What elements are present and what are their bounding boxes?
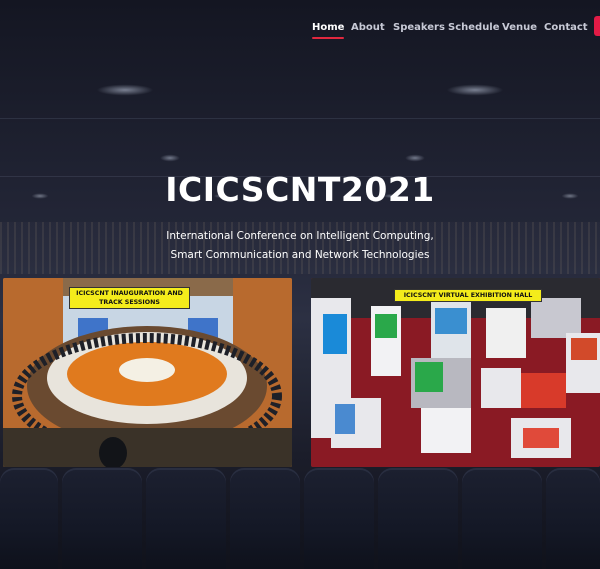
nav-speakers[interactable]: Speakers — [393, 22, 445, 33]
conference-subtitle-line1: International Conference on Intelligent … — [166, 230, 434, 242]
seat — [546, 468, 600, 569]
exhibition-photo — [311, 278, 600, 467]
nav-speakers-label: Speakers — [393, 22, 445, 33]
seat — [0, 468, 58, 569]
conference-subtitle-line2: Smart Communication and Network Technolo… — [170, 249, 430, 261]
seat — [146, 468, 226, 569]
main-nav: Home About Speakers Schedule Venue Conta… — [0, 22, 600, 42]
seat — [462, 468, 542, 569]
conference-title: ICICSCNT2021 — [165, 170, 435, 209]
seat — [378, 468, 458, 569]
nav-home-label: Home — [312, 22, 345, 33]
seat — [304, 468, 374, 569]
nav-venue-label: Venue — [502, 22, 537, 33]
nav-contact-label: Contact — [544, 22, 588, 33]
nav-active-indicator — [312, 37, 345, 39]
ceiling-line — [0, 118, 600, 119]
exhibition-label: ICICSCNT VIRTUAL EXHIBITION HALL — [394, 289, 542, 302]
nav-home[interactable]: Home — [312, 22, 345, 39]
nav-about[interactable]: About — [351, 22, 385, 33]
inauguration-card[interactable]: ICICSCNT INAUGURATION AND TRACK SESSIONS — [3, 278, 292, 467]
seat — [230, 468, 300, 569]
inauguration-label-line2: TRACK SESSIONS — [99, 299, 160, 306]
nav-about-label: About — [351, 22, 385, 33]
nav-schedule[interactable]: Schedule — [448, 22, 500, 33]
seat — [62, 468, 142, 569]
nav-venue[interactable]: Venue — [502, 22, 537, 33]
register-button[interactable] — [594, 16, 600, 36]
inauguration-label-line1: ICICSCNT INAUGURATION AND — [76, 290, 183, 297]
nav-contact[interactable]: Contact — [544, 22, 588, 33]
nav-schedule-label: Schedule — [448, 22, 500, 33]
inauguration-label: ICICSCNT INAUGURATION AND TRACK SESSIONS — [69, 287, 190, 309]
exhibition-card[interactable]: ICICSCNT VIRTUAL EXHIBITION HALL — [311, 278, 600, 467]
exhibition-label-text: ICICSCNT VIRTUAL EXHIBITION HALL — [403, 292, 533, 299]
